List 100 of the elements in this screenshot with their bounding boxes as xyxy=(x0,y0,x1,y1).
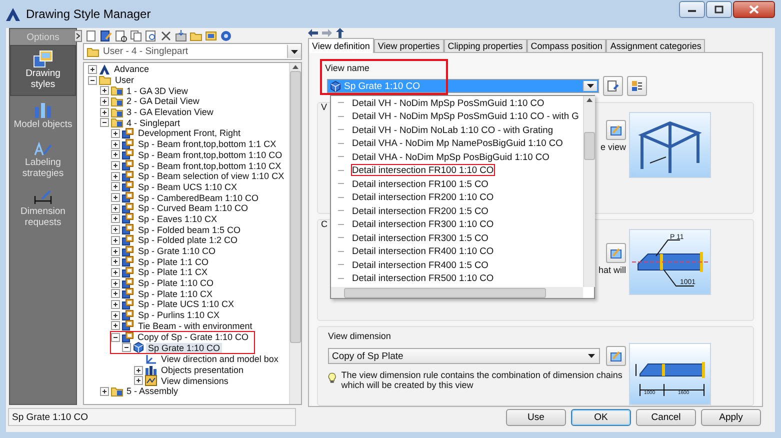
expand-toggle[interactable] xyxy=(111,140,120,149)
collapse-toggle[interactable] xyxy=(100,118,108,128)
horizontal-scrollbar[interactable] xyxy=(331,287,583,298)
view-dimension-dropdown[interactable]: Copy of Sp Plate xyxy=(328,348,600,364)
tree-item[interactable]: Sp - Beam selection of view 1:10 CX xyxy=(136,171,286,182)
expand-toggle[interactable] xyxy=(134,376,143,386)
dialog-button[interactable]: Apply xyxy=(701,409,761,426)
tree-item[interactable]: Sp - Beam front,top,bottom 1:1 CX xyxy=(136,139,278,150)
tree-item[interactable]: Sp - Folded beam 1:5 CO xyxy=(136,224,243,235)
tab[interactable]: Clipping properties xyxy=(444,39,527,52)
tree-item[interactable]: 5 - Assembly xyxy=(124,386,180,396)
scrollbar[interactable] xyxy=(289,63,301,404)
up-icon[interactable] xyxy=(336,28,344,38)
tree-item[interactable]: Sp - Curved Beam 1:10 CO xyxy=(136,203,250,214)
dialog-button[interactable]: Cancel xyxy=(636,409,696,426)
dropdown-arrow-icon[interactable] xyxy=(291,50,298,54)
collapse-toggle[interactable] xyxy=(122,343,131,352)
tree-item[interactable]: Sp - Beam UCS 1:10 CX xyxy=(136,182,240,192)
edit-button[interactable] xyxy=(606,243,626,263)
page-refresh-icon[interactable] xyxy=(145,30,157,42)
list-option[interactable]: Detail intersection FR200 1:5 CO xyxy=(352,206,488,216)
list-option[interactable]: Detail VH - NoDim NoLab 1:10 CO - with Grating xyxy=(352,124,553,135)
scrollbar-thumb[interactable] xyxy=(584,132,595,160)
tab[interactable]: Assignment categories xyxy=(606,39,706,52)
tree-item[interactable]: 4 - Singlepart xyxy=(124,118,182,128)
tree-item[interactable]: Sp - Plate 1:1 CX xyxy=(136,267,210,278)
sidebar-item[interactable]: Dimension requests xyxy=(10,185,76,234)
dropdown-arrow-icon[interactable] xyxy=(588,354,595,358)
list-option[interactable]: Detail VHA - NoDim MpSp PosBigGuid 1:10 CO xyxy=(352,152,550,162)
expand-toggle[interactable] xyxy=(111,193,120,202)
tree-item[interactable]: View dimensions xyxy=(159,376,230,386)
tree-item[interactable]: Sp Grate 1:10 CO xyxy=(146,342,222,353)
expand-toggle[interactable] xyxy=(111,268,120,277)
expand-toggle[interactable] xyxy=(111,161,120,170)
tree-item[interactable]: Development Front, Right xyxy=(136,128,243,138)
tree-item[interactable]: Sp - Purlins 1:10 CX xyxy=(136,310,222,320)
expand-toggle[interactable] xyxy=(111,236,120,245)
tree-item[interactable]: View direction and model box xyxy=(159,354,280,364)
tree-item[interactable]: Sp - Plate 1:10 CO xyxy=(136,278,216,288)
expand-toggle[interactable] xyxy=(111,182,120,192)
tree-item[interactable]: 3 - GA Elevation View xyxy=(124,107,216,118)
scrollbar[interactable] xyxy=(583,96,595,287)
expand-toggle[interactable] xyxy=(111,278,120,288)
tree-item[interactable]: 2 - GA Detail View xyxy=(124,96,202,106)
expand-toggle[interactable] xyxy=(100,386,108,396)
minimize-button[interactable] xyxy=(679,1,705,18)
tree-item[interactable]: User xyxy=(113,75,136,86)
back-icon[interactable] xyxy=(308,29,318,37)
edit-button[interactable] xyxy=(606,120,626,140)
list-option[interactable]: Detail intersection FR100 1:5 CO xyxy=(352,178,488,189)
expand-toggle[interactable] xyxy=(111,310,120,320)
tree-item[interactable]: Sp - Plate UCS 1:10 CX xyxy=(136,299,236,310)
list-option[interactable]: Detail intersection FR300 1:5 CO xyxy=(352,232,488,243)
tree-item[interactable]: Copy of Sp - Grate 1:10 CO xyxy=(136,332,251,342)
scrollbar-thumb[interactable] xyxy=(290,71,301,343)
tree-item[interactable]: Sp - Plate 1:10 CX xyxy=(136,288,215,299)
tree-item[interactable]: Advance xyxy=(112,64,152,74)
page-search-icon[interactable] xyxy=(115,30,127,42)
tree-item[interactable]: Sp - Eaves 1:10 CX xyxy=(136,214,220,224)
list-option[interactable]: Detail VH - NoDim MpSp PosSmGuid 1:10 CO - with G xyxy=(352,111,579,122)
tree-item[interactable]: Sp - Beam front,top,bottom 1:10 CX xyxy=(136,160,284,171)
scrollbar-thumb[interactable] xyxy=(344,288,546,298)
tree-item[interactable]: Sp - Plate 1:1 CO xyxy=(136,256,211,267)
scroll-up-icon[interactable] xyxy=(586,96,593,104)
list-option[interactable]: Detail intersection FR200 1:10 CO xyxy=(352,192,494,202)
expand-toggle[interactable] xyxy=(100,96,108,106)
list-option[interactable]: Detail intersection FR400 1:10 CO xyxy=(352,246,494,256)
list-option[interactable]: Detail VH - NoDim MpSp PosSmGuid 1:10 CO xyxy=(352,98,544,108)
tree-item[interactable]: 1 - GA 3D View xyxy=(124,86,190,96)
sidebar-item[interactable]: Labeling strategies xyxy=(10,136,76,185)
expand-toggle[interactable] xyxy=(111,204,120,213)
close-button[interactable] xyxy=(733,1,775,18)
maximize-button[interactable] xyxy=(706,1,732,18)
tree-item[interactable]: Sp - CamberedBeam 1:10 CO xyxy=(136,192,261,203)
window-icon[interactable] xyxy=(205,30,217,42)
copy-icon[interactable] xyxy=(130,30,142,42)
dropdown-arrow-icon[interactable] xyxy=(587,84,594,88)
tab[interactable]: Compass position xyxy=(526,39,606,52)
path-dropdown[interactable]: User - 4 - Singlepart xyxy=(83,43,302,60)
collapse-button[interactable] xyxy=(74,30,82,42)
dialog-button[interactable]: OK xyxy=(571,409,631,426)
expand-toggle[interactable] xyxy=(111,246,120,256)
list-option[interactable]: Detail intersection FR500 1:10 CO xyxy=(352,273,494,284)
list-option[interactable]: Detail intersection FR300 1:10 CO xyxy=(352,219,494,230)
expand-toggle[interactable] xyxy=(111,257,120,266)
expand-toggle[interactable] xyxy=(88,64,97,74)
delete-icon[interactable] xyxy=(160,30,172,42)
tree-item[interactable]: Sp - Grate 1:10 CO xyxy=(136,246,218,256)
expand-toggle[interactable] xyxy=(111,214,120,224)
properties-button[interactable] xyxy=(627,76,647,96)
list-option[interactable]: Detail intersection FR100 1:10 CO xyxy=(352,165,494,176)
tab[interactable]: View properties xyxy=(374,39,444,52)
dialog-button[interactable]: Use xyxy=(506,409,566,426)
tree-item[interactable]: Tie Beam - with environment xyxy=(136,320,254,331)
scroll-up-icon[interactable] xyxy=(292,63,299,71)
expand-toggle[interactable] xyxy=(111,300,120,309)
import-icon[interactable] xyxy=(175,30,187,42)
tree-item[interactable]: Sp - Beam front,top,bottom 1:10 CO xyxy=(136,150,284,160)
expand-toggle[interactable] xyxy=(134,366,143,375)
help-icon[interactable] xyxy=(220,30,232,42)
